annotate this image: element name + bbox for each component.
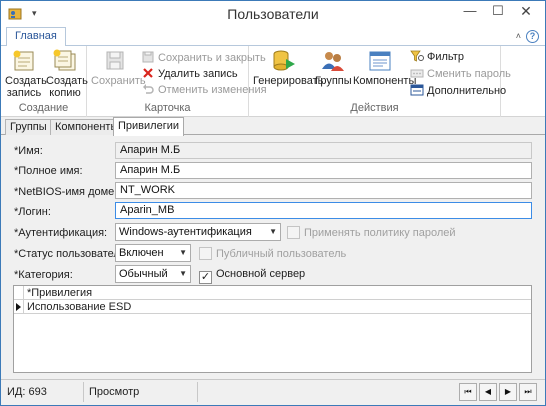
public-user-label: Публичный пользователь bbox=[216, 248, 347, 260]
table-row[interactable]: Использование ESD bbox=[14, 300, 531, 314]
privileges-grid: *Привилегия Использование ESD bbox=[13, 285, 532, 373]
ribbon-group-create: Создать запись Создать копию Создание bbox=[1, 46, 88, 117]
more-label: Дополнительно bbox=[427, 85, 507, 97]
full-name-label: *Полное имя: bbox=[14, 165, 83, 177]
create-copy-label: Создать копию bbox=[46, 75, 88, 99]
filter-button[interactable]: Фильтр bbox=[410, 49, 464, 65]
password-policy-checkbox[interactable]: Применять политику паролей bbox=[287, 226, 456, 240]
ribbon: Создать запись Создать копию Создание Со… bbox=[1, 45, 545, 117]
collapse-ribbon-icon[interactable]: ˄ bbox=[516, 31, 521, 41]
more-button[interactable]: Дополнительно bbox=[410, 83, 506, 99]
delete-record-button[interactable]: Удалить запись bbox=[141, 66, 238, 82]
netbios-label: *NetBIOS-имя домена: bbox=[14, 186, 130, 198]
change-password-button[interactable]: Сменить пароль bbox=[410, 66, 511, 82]
chevron-down-icon: ▼ bbox=[179, 269, 187, 278]
status-label: *Статус пользователя: bbox=[14, 248, 129, 260]
save-icon bbox=[106, 51, 124, 70]
chevron-down-icon: ▼ bbox=[179, 248, 187, 257]
first-record-button[interactable]: ⏮ bbox=[459, 383, 477, 401]
cancel-changes-button[interactable]: Отменить изменения bbox=[141, 82, 267, 98]
components-icon bbox=[369, 51, 391, 71]
save-close-button[interactable]: Сохранить и закрыть bbox=[141, 50, 266, 66]
name-field[interactable]: Апарин М.Б bbox=[115, 142, 532, 159]
users-window: ▾ Пользователи — ☐ ✕ Главная ˄ ? Создать… bbox=[0, 0, 546, 406]
check-icon: ✓ bbox=[199, 271, 212, 284]
status-separator bbox=[197, 382, 198, 402]
category-select[interactable]: Обычный ▼ bbox=[115, 265, 191, 283]
status-bar: ИД: 693 Просмотр ⏮ ◀ ▶ ⏭ bbox=[1, 379, 545, 405]
generate-label: Генерировать bbox=[253, 75, 324, 87]
ribbon-tabstrip: Главная ˄ ? bbox=[1, 27, 545, 46]
chevron-down-icon: ▼ bbox=[269, 227, 277, 236]
record-id: ИД: 693 bbox=[7, 386, 47, 398]
ribbon-group-actions: Генерировать Группы Компоненты Фильтр См… bbox=[249, 46, 511, 117]
last-record-button[interactable]: ⏭ bbox=[519, 383, 537, 401]
mode-indicator: Просмотр bbox=[89, 386, 140, 398]
category-select-value: Обычный bbox=[119, 268, 168, 280]
close-button[interactable]: ✕ bbox=[513, 2, 539, 22]
card-tabs: Группы Компоненты Привилегии bbox=[1, 117, 545, 136]
group-label-actions: Действия bbox=[350, 102, 399, 114]
current-row-arrow-icon bbox=[16, 303, 21, 311]
generate-icon bbox=[273, 50, 295, 71]
maximize-button[interactable]: ☐ bbox=[485, 2, 511, 22]
next-record-button[interactable]: ▶ bbox=[499, 383, 517, 401]
new-record-icon bbox=[13, 50, 34, 71]
checkbox-box bbox=[199, 247, 212, 260]
filter-icon bbox=[410, 50, 424, 62]
grid-header: *Привилегия bbox=[14, 286, 531, 300]
auth-select[interactable]: Windows-аутентификация ▼ bbox=[115, 223, 281, 241]
more-icon bbox=[410, 84, 424, 96]
auth-label: *Аутентификация: bbox=[14, 227, 108, 239]
status-select-value: Включен bbox=[119, 247, 164, 259]
groups-icon bbox=[322, 52, 344, 71]
tab-groups[interactable]: Группы bbox=[5, 119, 52, 135]
login-label: *Логин: bbox=[14, 206, 51, 218]
save-button[interactable]: Сохранить bbox=[91, 49, 146, 87]
tab-main[interactable]: Главная bbox=[6, 27, 66, 46]
password-policy-label: Применять политику паролей bbox=[304, 227, 456, 239]
groups-button[interactable]: Группы bbox=[315, 49, 352, 87]
group-label-create: Создание bbox=[18, 102, 69, 114]
password-icon bbox=[410, 69, 424, 78]
user-form: *Имя: Апарин М.Б *Полное имя: Апарин М.Б… bbox=[1, 135, 545, 379]
filter-label: Фильтр bbox=[427, 51, 464, 63]
create-record-label: Создать запись bbox=[5, 75, 47, 99]
save-close-icon bbox=[142, 51, 154, 63]
generate-button[interactable]: Генерировать bbox=[253, 49, 323, 87]
privilege-cell[interactable]: Использование ESD bbox=[27, 301, 131, 313]
column-header-privilege[interactable]: *Привилегия bbox=[27, 287, 92, 299]
copy-record-icon bbox=[53, 49, 76, 71]
previous-record-button[interactable]: ◀ bbox=[479, 383, 497, 401]
public-user-checkbox[interactable]: Публичный пользователь bbox=[199, 247, 346, 261]
tab-privileges[interactable]: Привилегии bbox=[113, 117, 184, 136]
components-label: Компоненты bbox=[353, 75, 417, 87]
ribbon-group-card: Сохранить Сохранить и закрыть Удалить за… bbox=[87, 46, 267, 117]
netbios-field[interactable]: NT_WORK bbox=[115, 182, 532, 199]
save-label: Сохранить bbox=[91, 75, 146, 87]
category-label: *Категория: bbox=[14, 269, 73, 281]
checkbox-box bbox=[287, 226, 300, 239]
main-server-checkbox[interactable]: ✓ Основной сервер bbox=[199, 268, 305, 284]
main-server-label: Основной сервер bbox=[216, 268, 306, 280]
name-label: *Имя: bbox=[14, 145, 43, 157]
group-label-card: Карточка bbox=[144, 102, 191, 114]
status-select[interactable]: Включен ▼ bbox=[115, 244, 191, 262]
create-record-button[interactable]: Создать запись bbox=[5, 49, 47, 99]
auth-select-value: Windows-аутентификация bbox=[119, 226, 252, 238]
full-name-field[interactable]: Апарин М.Б bbox=[115, 162, 532, 179]
status-separator bbox=[83, 382, 84, 402]
minimize-button[interactable]: — bbox=[457, 2, 483, 22]
title-bar: ▾ Пользователи — ☐ ✕ bbox=[1, 1, 545, 27]
help-icon[interactable]: ? bbox=[526, 30, 539, 43]
change-password-label: Сменить пароль bbox=[427, 68, 511, 80]
groups-label: Группы bbox=[315, 75, 352, 87]
login-field[interactable]: Aparin_MB bbox=[115, 202, 532, 219]
delete-record-label: Удалить запись bbox=[158, 68, 238, 80]
create-copy-button[interactable]: Создать копию bbox=[46, 49, 88, 99]
undo-icon bbox=[143, 84, 154, 94]
components-button[interactable]: Компоненты bbox=[353, 49, 416, 87]
delete-icon bbox=[143, 68, 153, 78]
